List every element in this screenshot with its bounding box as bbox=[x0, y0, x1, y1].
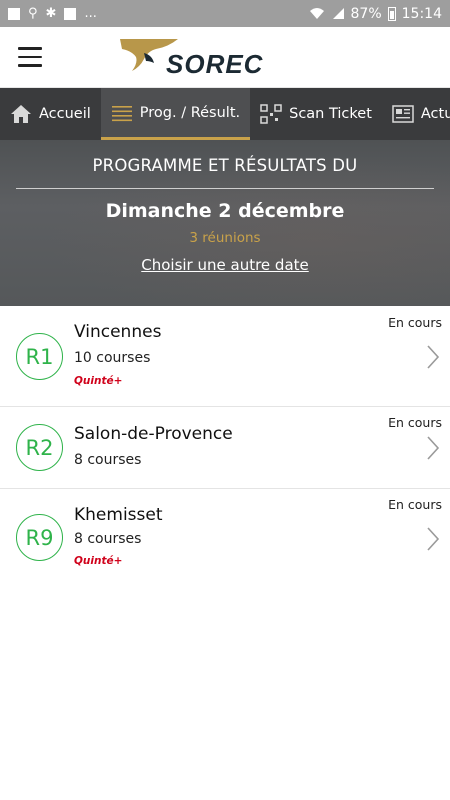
sorec-logo: SOREC bbox=[118, 35, 298, 81]
date-header: PROGRAMME ET RÉSULTATS DU Dimanche 2 déc… bbox=[0, 140, 450, 306]
tab-label: Scan Ticket bbox=[289, 106, 372, 122]
quinte-tag: Quinté+ bbox=[74, 375, 123, 387]
tab-accueil[interactable]: Accueil bbox=[0, 88, 101, 140]
usb-icon: ⚲ bbox=[28, 6, 38, 21]
status-label: En cours bbox=[388, 415, 442, 430]
news-icon bbox=[392, 105, 414, 123]
course-count: 8 courses bbox=[74, 452, 142, 468]
message-icon bbox=[64, 7, 77, 20]
tab-actu[interactable]: Actu bbox=[382, 88, 450, 140]
list-item[interactable]: R9 Khemisset 8 courses Quinté+ En cours bbox=[0, 489, 450, 570]
battery-icon bbox=[387, 6, 396, 21]
nav-tabs: Accueil Prog. / Résult. Scan Ticket Actu bbox=[0, 88, 450, 140]
tab-label: Accueil bbox=[39, 106, 91, 122]
list-icon bbox=[111, 105, 132, 121]
more-notifications: ... bbox=[84, 6, 97, 21]
signal-icon bbox=[332, 8, 344, 19]
meeting-count: 3 réunions bbox=[189, 230, 261, 246]
meeting-badge: R9 bbox=[16, 514, 63, 561]
home-icon bbox=[11, 105, 31, 123]
list-item[interactable]: R2 Salon-de-Provence 8 courses En cours bbox=[0, 407, 450, 489]
tab-label: Actu bbox=[420, 106, 450, 122]
tab-label: Prog. / Résult. bbox=[139, 104, 241, 121]
chevron-right-icon bbox=[427, 436, 440, 460]
meeting-list: R1 Vincennes 10 courses Quinté+ En cours… bbox=[0, 306, 450, 570]
venue-name: Vincennes bbox=[74, 322, 162, 342]
menu-icon[interactable] bbox=[18, 47, 42, 67]
logo-text: SOREC bbox=[166, 49, 264, 79]
wifi-icon bbox=[309, 8, 324, 19]
selected-date: Dimanche 2 décembre bbox=[105, 200, 345, 222]
system-icons: 87% 15:14 bbox=[309, 6, 442, 22]
course-count: 10 courses bbox=[74, 350, 151, 366]
app-header: SOREC bbox=[0, 27, 450, 88]
status-label: En cours bbox=[388, 315, 442, 330]
battery-percent: 87% bbox=[350, 5, 382, 22]
qr-icon bbox=[260, 104, 282, 124]
status-label: En cours bbox=[388, 497, 442, 512]
bluetooth-icon: ✱ bbox=[45, 6, 57, 21]
list-item[interactable]: R1 Vincennes 10 courses Quinté+ En cours bbox=[0, 306, 450, 407]
clock: 15:14 bbox=[401, 5, 442, 22]
venue-name: Khemisset bbox=[74, 505, 163, 525]
tab-programme-resultats[interactable]: Prog. / Résult. bbox=[100, 88, 251, 140]
meeting-badge: R2 bbox=[16, 424, 63, 471]
status-bar: ⚲ ✱ ... 87% 15:14 bbox=[0, 0, 450, 27]
venue-name: Salon-de-Provence bbox=[74, 424, 233, 444]
meeting-badge: R1 bbox=[16, 333, 63, 380]
change-date-link[interactable]: Choisir une autre date bbox=[141, 256, 309, 274]
section-title: PROGRAMME ET RÉSULTATS DU bbox=[92, 156, 358, 175]
chevron-right-icon bbox=[427, 345, 440, 369]
divider bbox=[16, 188, 434, 189]
notification-icons: ⚲ ✱ ... bbox=[8, 6, 97, 21]
notification-icon bbox=[8, 7, 20, 20]
chevron-right-icon bbox=[427, 527, 440, 551]
tab-scan-ticket[interactable]: Scan Ticket bbox=[250, 88, 382, 140]
course-count: 8 courses bbox=[74, 531, 142, 547]
quinte-tag: Quinté+ bbox=[74, 555, 123, 567]
